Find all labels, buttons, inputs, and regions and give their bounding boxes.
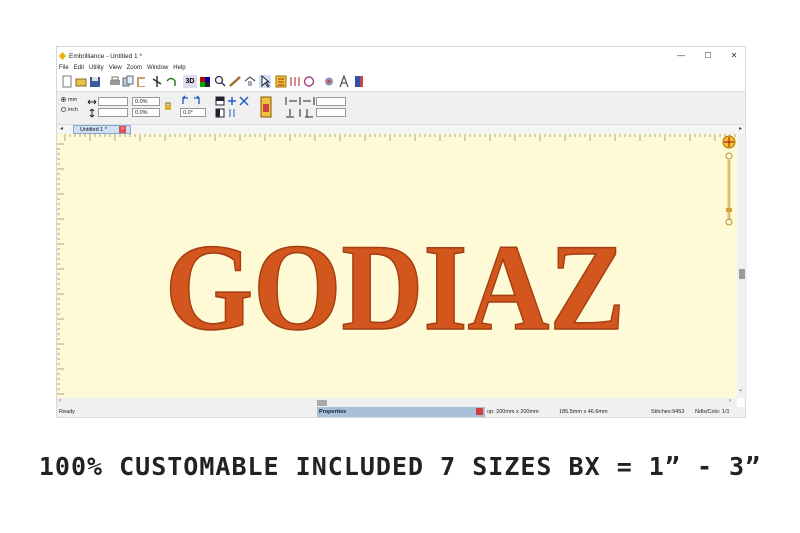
- unit-inch-radio[interactable]: inch: [61, 107, 78, 113]
- tab-close-icon[interactable]: ×: [119, 126, 126, 133]
- distribute-icon[interactable]: [239, 96, 249, 106]
- width-percent-field[interactable]: 0.0%: [132, 97, 160, 106]
- sort-icon[interactable]: [275, 75, 287, 88]
- caption-text: 100% CUSTOMABLE INCLUDED 7 SIZES BX = 1”…: [38, 452, 762, 481]
- width-field[interactable]: [98, 97, 128, 106]
- hoop-icon[interactable]: [244, 75, 256, 88]
- align-center-icon[interactable]: [227, 96, 237, 106]
- height-arrows-icon: [89, 108, 95, 118]
- status-needles: Ndls/Colo: 1/1: [695, 409, 730, 415]
- offset-x-field[interactable]: [316, 97, 346, 106]
- grid-icon[interactable]: [227, 108, 237, 118]
- status-size: 185.5mm x 46.6mm: [559, 409, 608, 415]
- scroll-left-arrow-icon[interactable]: ‹: [59, 398, 61, 404]
- properties-panel-tab[interactable]: Properties: [317, 407, 485, 417]
- mirror-v-icon[interactable]: [215, 108, 225, 118]
- scroll-right-arrow-icon[interactable]: ›: [729, 398, 731, 404]
- undo-icon[interactable]: [165, 75, 177, 88]
- height-percent-field[interactable]: 0.0%: [132, 108, 160, 117]
- horizontal-scroll-thumb[interactable]: [317, 400, 327, 406]
- offset-y-field[interactable]: [316, 108, 346, 117]
- properties-label: Properties: [319, 409, 347, 415]
- app-logo-icon: [59, 52, 66, 60]
- properties-close-icon[interactable]: [476, 408, 483, 415]
- radio-dot-icon: [61, 107, 66, 113]
- status-ready: Ready: [59, 409, 75, 415]
- menu-edit[interactable]: Edit: [74, 65, 84, 71]
- paste-icon[interactable]: [135, 75, 147, 88]
- main-toolbar: 3D: [59, 75, 439, 91]
- vertical-scroll-thumb[interactable]: [739, 269, 745, 279]
- minimize-button[interactable]: —: [673, 50, 689, 62]
- close-button[interactable]: ✕: [726, 50, 742, 62]
- book-icon[interactable]: [353, 75, 365, 88]
- unit-mm-radio[interactable]: mm: [61, 97, 77, 103]
- zoom-navigator[interactable]: [722, 134, 736, 230]
- rotation-field[interactable]: 0.0°: [180, 108, 206, 117]
- 3d-icon[interactable]: 3D: [183, 75, 197, 88]
- height-field[interactable]: [98, 108, 128, 117]
- window-title: Embrilliance - Untitled 1 *: [69, 53, 142, 60]
- letter-a-icon[interactable]: [338, 75, 350, 88]
- align-left-icon[interactable]: [285, 96, 315, 106]
- design-text[interactable]: GODIAZ: [164, 218, 626, 357]
- new-icon[interactable]: [61, 75, 73, 88]
- thread-icon[interactable]: [303, 75, 315, 88]
- menu-utility[interactable]: Utility: [89, 65, 104, 71]
- save-icon[interactable]: [89, 75, 101, 88]
- menu-help[interactable]: Help: [173, 65, 185, 71]
- horizontal-scrollbar[interactable]: ‹ ›: [57, 398, 737, 407]
- tabs-left-arrow-icon[interactable]: ◂: [60, 125, 63, 132]
- select-icon[interactable]: [259, 75, 271, 88]
- hoop-settings-icon[interactable]: [323, 75, 335, 88]
- menu-bar: File Edit Utility View Zoom Window Help: [57, 65, 189, 74]
- lock-icon[interactable]: [163, 101, 173, 111]
- title-bar: Embrilliance - Untitled 1 * — ☐ ✕: [57, 47, 745, 65]
- mirror-h-icon[interactable]: [215, 96, 225, 106]
- app-window: Embrilliance - Untitled 1 * — ☐ ✕ File Ed…: [56, 46, 747, 418]
- measure-icon[interactable]: [229, 75, 241, 88]
- vertical-scrollbar[interactable]: ⌄: [737, 134, 747, 398]
- print-icon[interactable]: [109, 75, 121, 88]
- status-stitches: Stitches:9453: [651, 409, 685, 415]
- tabs-right-arrow-icon[interactable]: ▸: [739, 125, 742, 132]
- radio-dot-icon: [61, 97, 66, 103]
- unit-mm-label: mm: [68, 97, 78, 103]
- status-bar: Ready Properties op: 200mm x 200mm 185.5…: [57, 407, 745, 417]
- unit-inch-label: inch: [68, 107, 79, 113]
- hoop-color-icon[interactable]: [260, 96, 272, 118]
- maximize-button[interactable]: ☐: [700, 50, 716, 62]
- align-bottom-icon[interactable]: [285, 108, 315, 118]
- open-icon[interactable]: [75, 75, 87, 88]
- copy-icon[interactable]: [122, 75, 134, 88]
- embroidery-design[interactable]: GODIAZ: [57, 134, 737, 398]
- zoom-icon[interactable]: [214, 75, 226, 88]
- color-icon[interactable]: [199, 75, 211, 88]
- properties-bar: mm inch 0.0% 0.0% 0.0°: [57, 91, 745, 125]
- document-tabstrip: ◂ Untitled 1 * × ▸: [57, 125, 745, 134]
- scroll-down-arrow-icon[interactable]: ⌄: [738, 386, 743, 393]
- menu-file[interactable]: File: [59, 65, 69, 71]
- status-hoop: op: 200mm x 200mm: [487, 409, 539, 415]
- cut-icon[interactable]: [151, 75, 163, 88]
- design-canvas[interactable]: GODIAZ: [57, 134, 737, 398]
- menu-zoom[interactable]: Zoom: [127, 65, 142, 71]
- rotate-right-icon[interactable]: [192, 95, 202, 105]
- menu-window[interactable]: Window: [147, 65, 168, 71]
- menu-view[interactable]: View: [109, 65, 122, 71]
- rotate-left-icon[interactable]: [180, 95, 190, 105]
- stitch-icon[interactable]: [289, 75, 301, 88]
- width-arrows-icon: [87, 99, 97, 105]
